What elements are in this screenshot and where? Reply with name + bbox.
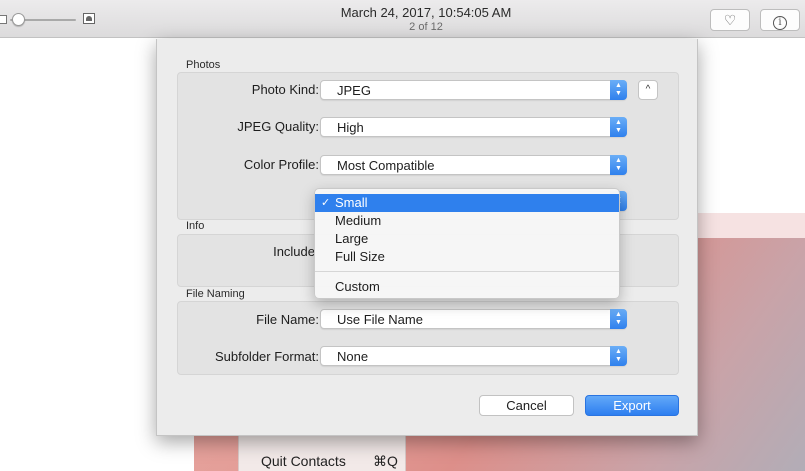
photos-group-title: Photos bbox=[186, 59, 221, 71]
include-label: Include bbox=[273, 244, 315, 259]
size-option-label: Custom bbox=[335, 279, 380, 294]
heart-icon: ♡ bbox=[723, 12, 737, 28]
photo-kind-value: JPEG bbox=[337, 83, 371, 98]
size-option-small[interactable]: ✓ Small bbox=[315, 194, 619, 212]
collapse-options-button[interactable]: ^ bbox=[638, 80, 658, 100]
info-group-title: Info bbox=[186, 220, 205, 232]
favorite-button[interactable]: ♡ bbox=[710, 9, 750, 31]
color-profile-label: Color Profile: bbox=[243, 157, 319, 172]
size-option-label: Full Size bbox=[335, 249, 385, 264]
title-bar: March 24, 2017, 10:54:05 AM 2 of 12 ♡ i bbox=[0, 0, 805, 38]
subfolder-format-popup[interactable]: None ▲ ▼ bbox=[320, 346, 627, 366]
color-profile-popup[interactable]: Most Compatible ▲ ▼ bbox=[320, 155, 627, 175]
photo-date: March 24, 2017, 10:54:05 AM bbox=[340, 5, 512, 20]
file-name-label: File Name: bbox=[256, 312, 319, 327]
color-profile-value: Most Compatible bbox=[337, 158, 435, 173]
quit-contacts-item[interactable]: Quit Contacts bbox=[261, 453, 346, 469]
popup-arrows-icon: ▲▼ bbox=[610, 117, 627, 137]
popup-arrows-icon: ▲▼ bbox=[610, 80, 627, 100]
popup-arrows-icon: ▲▼ bbox=[610, 309, 627, 329]
size-option-label: Large bbox=[335, 231, 369, 246]
size-option-label: Medium bbox=[335, 213, 382, 228]
quit-contacts-shortcut: ⌘Q bbox=[373, 453, 398, 469]
size-option-label: Small bbox=[335, 195, 368, 210]
size-option-full-size[interactable]: Full Size bbox=[315, 248, 619, 266]
cancel-button[interactable]: Cancel bbox=[479, 395, 574, 416]
popup-arrows-icon: ▲▼ bbox=[610, 346, 627, 366]
subfolder-format-label: Subfolder Format: bbox=[214, 349, 319, 364]
menu-separator bbox=[315, 271, 619, 272]
popup-arrows-icon: ▲▼ bbox=[610, 155, 627, 175]
file-name-popup[interactable]: Use File Name ▲ ▼ bbox=[320, 309, 627, 329]
size-option-large[interactable]: Large bbox=[315, 230, 619, 248]
info-button[interactable]: i bbox=[760, 9, 800, 31]
jpeg-quality-label: JPEG Quality: bbox=[237, 119, 319, 134]
jpeg-quality-popup[interactable]: High ▲ ▼ bbox=[320, 117, 627, 137]
checkmark-icon: ✓ bbox=[321, 197, 331, 209]
file-name-value: Use File Name bbox=[337, 312, 423, 327]
contacts-menu-fragment: Quit Contacts ⌘Q bbox=[238, 430, 406, 471]
export-button[interactable]: Export bbox=[585, 395, 679, 416]
info-icon: i bbox=[773, 16, 787, 30]
file-naming-group-title: File Naming bbox=[186, 288, 245, 300]
photo-kind-label: Photo Kind: bbox=[251, 82, 319, 97]
size-dropdown-menu: ✓ Small Medium Large Full Size Custom bbox=[314, 188, 620, 299]
subfolder-format-value: None bbox=[337, 349, 369, 364]
chevron-up-icon: ^ bbox=[645, 84, 651, 95]
size-option-medium[interactable]: Medium bbox=[315, 212, 619, 230]
photo-kind-popup[interactable]: JPEG ▲ ▼ bbox=[320, 80, 627, 100]
jpeg-quality-value: High bbox=[337, 120, 364, 135]
size-option-custom[interactable]: Custom bbox=[315, 278, 619, 296]
photo-count: 2 of 12 bbox=[409, 21, 443, 33]
